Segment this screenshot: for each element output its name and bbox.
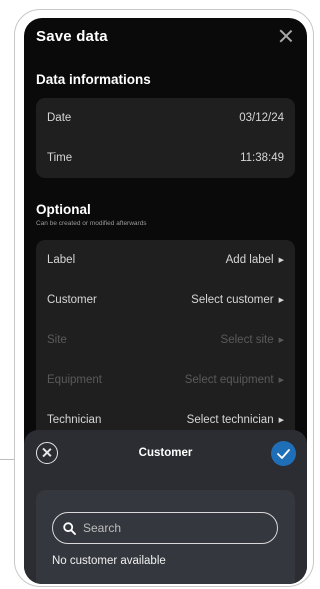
technician-row-label: Technician [47,414,102,426]
date-value: 03/12/24 [239,112,284,124]
sheet-title: Customer [138,447,193,459]
caret-right-icon: ▶ [278,417,284,424]
customer-list-panel: Search No customer available [36,490,295,584]
technician-row-value: Select technician [186,414,274,426]
customer-row-label: Customer [47,294,97,306]
customer-row-value: Select customer [191,294,274,306]
site-row: Site Select site ▶ [36,320,295,360]
time-value: 11:38:49 [240,152,284,164]
close-icon[interactable] [277,27,295,45]
date-row: Date 03/12/24 [36,98,295,138]
data-section-title: Data informations [36,72,151,87]
time-label: Time [47,152,73,164]
label-row[interactable]: Label Add label ▶ [36,240,295,280]
caret-right-icon: ▶ [278,337,284,344]
optional-section-title: Optional [36,202,91,217]
optional-card: Label Add label ▶ Customer Select custome… [36,240,295,440]
caret-right-icon: ▶ [278,377,284,384]
check-icon [277,448,290,459]
equipment-row-value: Select equipment [184,374,274,386]
time-row: Time 11:38:49 [36,138,295,178]
search-icon [63,521,76,535]
site-row-label: Site [47,334,67,346]
empty-state-text: No customer available [52,555,166,567]
data-info-card: Date 03/12/24 Time 11:38:49 [36,98,295,178]
customer-sheet: Customer Search No customer available [24,430,307,584]
site-row-value: Select site [220,334,274,346]
date-label: Date [47,112,72,124]
equipment-row: Equipment Select equipment ▶ [36,360,295,400]
equipment-row-label: Equipment [47,374,102,386]
save-data-screen: Save data Data informations Date 03/12/2… [24,18,307,584]
customer-row[interactable]: Customer Select customer ▶ [36,280,295,320]
confirm-button[interactable] [271,441,296,466]
optional-section-subtitle: Can be created or modified afterwards [36,220,147,227]
page-title: Save data [36,28,108,45]
search-input[interactable]: Search [52,512,278,544]
search-placeholder: Search [83,521,122,535]
caret-right-icon: ▶ [278,297,284,304]
caret-right-icon: ▶ [278,257,284,264]
label-row-value: Add label [225,254,274,266]
label-row-label: Label [47,254,76,266]
